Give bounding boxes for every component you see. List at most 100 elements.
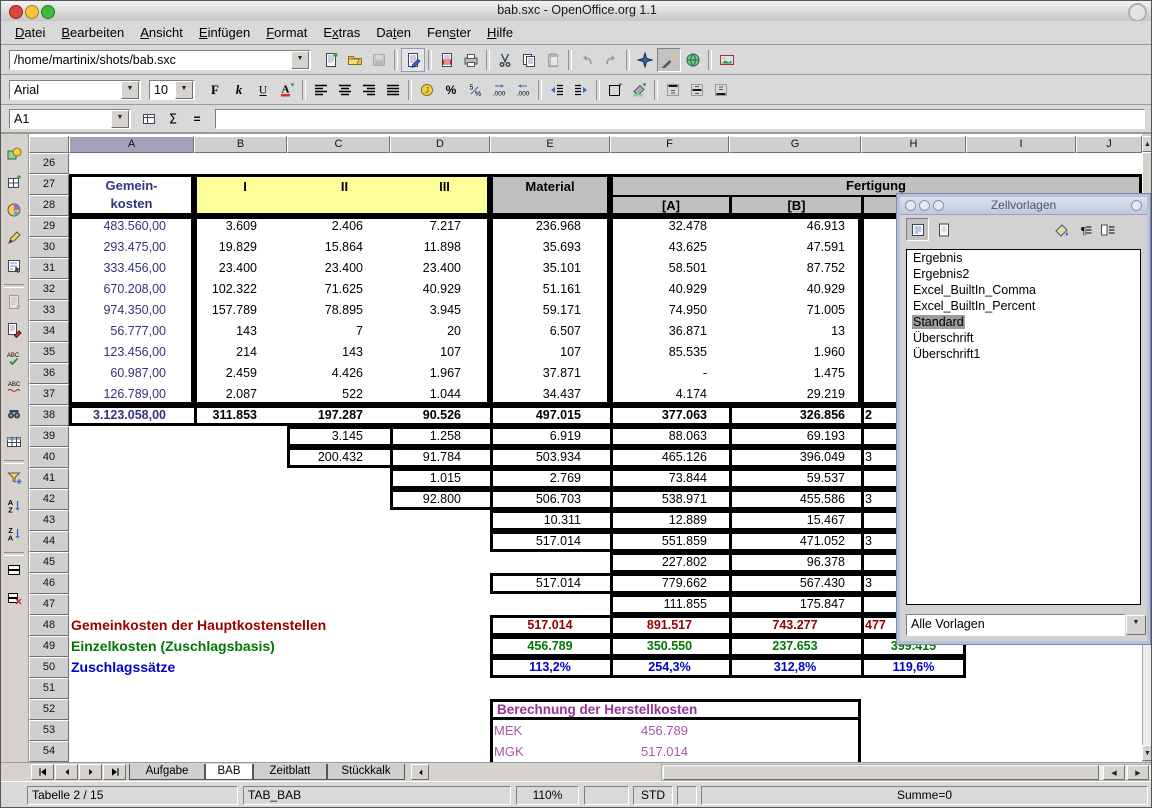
tab-prev-button[interactable] bbox=[55, 764, 78, 780]
cell-E44[interactable]: 517.014 bbox=[490, 531, 610, 552]
cell-E34[interactable]: 6.507 bbox=[490, 321, 610, 342]
menu-bearbeiten[interactable]: Bearbeiten bbox=[53, 23, 132, 42]
row-header-54[interactable]: 54 bbox=[29, 741, 69, 762]
choose-themes-button[interactable] bbox=[2, 318, 26, 342]
cell-F44[interactable]: 551.859 bbox=[610, 531, 729, 552]
cell-F45[interactable]: 227.802 bbox=[610, 552, 729, 573]
cell-B32[interactable]: 102.322 bbox=[194, 279, 287, 300]
style-item--berschrift1[interactable]: Überschrift1 bbox=[907, 346, 1140, 362]
insert-cells-button[interactable] bbox=[2, 170, 26, 194]
cell-sub-a[interactable]: [A] bbox=[613, 197, 729, 214]
style-filter-dropdown-icon[interactable]: ▼ bbox=[1126, 615, 1146, 635]
cell-E32[interactable]: 51.161 bbox=[490, 279, 610, 300]
cell-B38[interactable]: 311.853 bbox=[194, 405, 287, 426]
function-wizard-button[interactable] bbox=[137, 107, 161, 131]
cell-G41[interactable]: 59.537 bbox=[729, 468, 861, 489]
column-header-H[interactable]: H bbox=[861, 136, 966, 153]
find-replace-button[interactable] bbox=[2, 402, 26, 426]
font-name-value[interactable]: Arial bbox=[10, 83, 120, 97]
cell-D38[interactable]: 90.526 bbox=[390, 405, 490, 426]
cell-F33[interactable]: 74.950 bbox=[610, 300, 729, 321]
row-header-45[interactable]: 45 bbox=[29, 552, 69, 573]
cell-F31[interactable]: 58.501 bbox=[610, 258, 729, 279]
cell-G39[interactable]: 69.193 bbox=[729, 426, 861, 447]
cell-C33[interactable]: 78.895 bbox=[287, 300, 390, 321]
panel-zoom-icon[interactable] bbox=[933, 200, 944, 211]
cell-G44[interactable]: 471.052 bbox=[729, 531, 861, 552]
cell-C40[interactable]: 200.432 bbox=[287, 447, 390, 468]
cell-E42[interactable]: 506.703 bbox=[490, 489, 610, 510]
title-bar[interactable]: bab.sxc - OpenOffice.org 1.1 bbox=[1, 1, 1152, 22]
cell-A35[interactable]: 123.456,00 bbox=[69, 342, 194, 363]
data-sources-button[interactable] bbox=[2, 430, 26, 454]
menu-datei[interactable]: Datei bbox=[7, 23, 53, 42]
borders-button[interactable] bbox=[603, 78, 627, 102]
page-styles-button[interactable] bbox=[932, 218, 955, 241]
style-filter-dropdown[interactable]: Alle Vorlagen ▼ bbox=[906, 614, 1147, 636]
update-style-button[interactable] bbox=[1096, 218, 1119, 241]
font-size-dropdown-icon[interactable]: ▼ bbox=[175, 81, 193, 99]
insert-chart-button[interactable] bbox=[2, 198, 26, 222]
column-header-C[interactable]: C bbox=[287, 136, 390, 153]
cell-A32[interactable]: 670.208,00 bbox=[69, 279, 194, 300]
currency-button[interactable]: J bbox=[415, 78, 439, 102]
cell-B35[interactable]: 214 bbox=[194, 342, 287, 363]
cell-E31[interactable]: 35.101 bbox=[490, 258, 610, 279]
cell-sub-b[interactable]: [B] bbox=[732, 197, 861, 214]
align-right-button[interactable] bbox=[357, 78, 381, 102]
cell-G38[interactable]: 326.856 bbox=[729, 405, 861, 426]
background-color-button[interactable] bbox=[627, 78, 651, 102]
panel-close-icon[interactable] bbox=[905, 200, 916, 211]
tab-first-button[interactable] bbox=[31, 764, 54, 780]
cell-G40[interactable]: 396.049 bbox=[729, 447, 861, 468]
justify-button[interactable] bbox=[381, 78, 405, 102]
format-standard-button[interactable]: 5% bbox=[463, 78, 487, 102]
row-header-26[interactable]: 26 bbox=[29, 153, 69, 174]
sum-button[interactable]: Σ bbox=[161, 107, 185, 131]
align-bottom-button[interactable] bbox=[709, 78, 733, 102]
sheet-tab-aufgabe[interactable]: Aufgabe bbox=[129, 764, 205, 780]
cell-E50[interactable]: 113,2% bbox=[490, 657, 610, 678]
cell-F49[interactable]: 350.550 bbox=[610, 636, 729, 657]
save-button[interactable] bbox=[367, 48, 391, 72]
row-header-47[interactable]: 47 bbox=[29, 594, 69, 615]
row-header-52[interactable]: 52 bbox=[29, 699, 69, 720]
select-all-corner[interactable] bbox=[29, 136, 69, 153]
row-header-46[interactable]: 46 bbox=[29, 573, 69, 594]
cut-button[interactable] bbox=[493, 48, 517, 72]
add-decimal-button[interactable]: .000 bbox=[487, 78, 511, 102]
menu-einfgen[interactable]: Einfügen bbox=[191, 23, 258, 42]
hscroll-right-icon[interactable]: ▶ bbox=[1127, 765, 1149, 780]
autoformat-button[interactable] bbox=[2, 290, 26, 314]
cell-D36[interactable]: 1.967 bbox=[390, 363, 490, 384]
cell-C38[interactable]: 197.287 bbox=[287, 405, 390, 426]
row-header-42[interactable]: 42 bbox=[29, 489, 69, 510]
fill-format-mode-button[interactable] bbox=[1050, 218, 1073, 241]
cell-E33[interactable]: 59.171 bbox=[490, 300, 610, 321]
cell-C37[interactable]: 522 bbox=[287, 384, 390, 405]
sort-descending-button[interactable]: ZA bbox=[2, 522, 26, 546]
cell-D39[interactable]: 1.258 bbox=[390, 426, 490, 447]
row-header-40[interactable]: 40 bbox=[29, 447, 69, 468]
cell-F50[interactable]: 254,3% bbox=[610, 657, 729, 678]
cell-C30[interactable]: 15.864 bbox=[287, 237, 390, 258]
open-file-button[interactable] bbox=[343, 48, 367, 72]
row-header-39[interactable]: 39 bbox=[29, 426, 69, 447]
cell-mgk-value[interactable]: 517.014 bbox=[610, 741, 729, 762]
cell-C36[interactable]: 4.426 bbox=[287, 363, 390, 384]
url-dropdown-icon[interactable]: ▼ bbox=[291, 51, 309, 69]
row-header-31[interactable]: 31 bbox=[29, 258, 69, 279]
cell-A34[interactable]: 56.777,00 bbox=[69, 321, 194, 342]
cell-G37[interactable]: 29.219 bbox=[729, 384, 861, 405]
cell-E40[interactable]: 503.934 bbox=[490, 447, 610, 468]
cell-label-A48[interactable]: Gemeinkosten der Hauptkostenstellen bbox=[71, 615, 481, 636]
percent-button[interactable]: % bbox=[439, 78, 463, 102]
sheet-tab-bab[interactable]: BAB bbox=[205, 764, 253, 780]
underline-button[interactable]: U bbox=[251, 78, 275, 102]
equals-button[interactable]: = bbox=[185, 107, 209, 131]
cell-F32[interactable]: 40.929 bbox=[610, 279, 729, 300]
cell-D32[interactable]: 40.929 bbox=[390, 279, 490, 300]
draw-functions-button[interactable] bbox=[2, 226, 26, 250]
align-left-button[interactable] bbox=[309, 78, 333, 102]
row-header-32[interactable]: 32 bbox=[29, 279, 69, 300]
